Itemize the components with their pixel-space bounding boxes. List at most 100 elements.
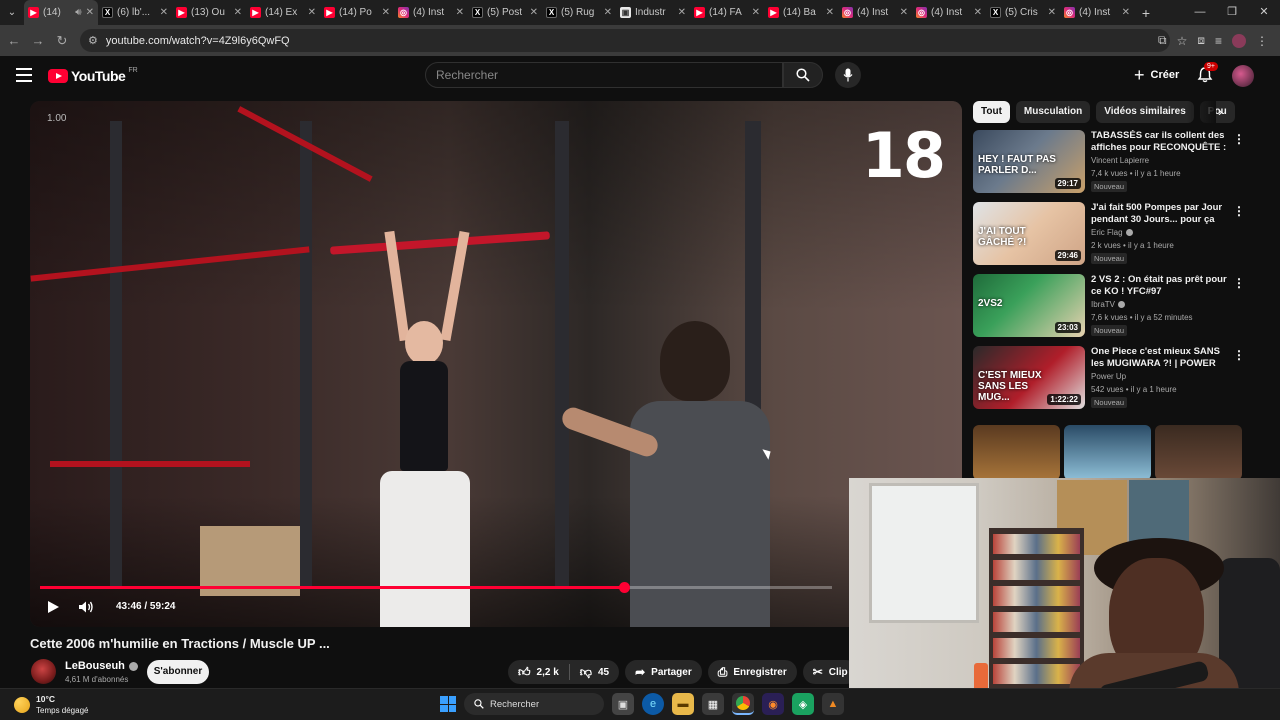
save-button[interactable]: ⎙ Enregistrer	[707, 660, 797, 684]
video-title[interactable]: TABASSÉS car ils collent des affiches po…	[1091, 130, 1229, 154]
store-icon[interactable]: ▦	[702, 693, 724, 715]
browser-tab[interactable]: ◎ (4) Inst ✕	[912, 0, 986, 25]
tab-close-icon[interactable]: ✕	[678, 7, 686, 18]
edge-browser-icon[interactable]: e	[642, 693, 664, 715]
filter-chip[interactable]: Vidéos similaires	[1096, 101, 1194, 123]
maximize-icon[interactable]: ❐	[1216, 0, 1248, 25]
video-player[interactable]: 1.00 18 43:46 / 59:24	[30, 101, 962, 627]
create-button[interactable]: + Créer	[1124, 62, 1189, 88]
forward-arrow-icon[interactable]: →	[26, 33, 50, 48]
close-window-icon[interactable]: ✕	[1248, 0, 1280, 25]
browser-menu-icon[interactable]: ⋮	[1256, 34, 1268, 48]
more-options-icon[interactable]: ⋮	[1233, 204, 1245, 218]
tab-close-icon[interactable]: ✕	[86, 7, 94, 18]
chips-next-arrow-icon[interactable]: ›	[1218, 104, 1222, 119]
search-button[interactable]	[783, 62, 823, 88]
vlc-icon[interactable]: ▲	[822, 693, 844, 715]
more-options-icon[interactable]: ⋮	[1233, 348, 1245, 362]
account-avatar[interactable]	[1232, 65, 1254, 87]
recommended-video[interactable]: 2VS2 23:03 2 VS 2 : On était pas prêt pour…	[973, 274, 1245, 340]
profile-avatar[interactable]	[1232, 33, 1246, 48]
browser-tab[interactable]: ◎ (4) Inst ✕	[1060, 0, 1134, 25]
video-thumbnail[interactable]: J'AI TOUT GÂCHÉ ?! 29:46	[973, 202, 1085, 265]
video-thumbnail[interactable]: C'EST MIEUX SANS LES MUG... 1:22:22	[973, 346, 1085, 409]
tab-close-icon[interactable]: ✕	[530, 7, 538, 18]
volume-icon[interactable]	[78, 600, 94, 614]
tab-close-icon[interactable]: ✕	[752, 7, 760, 18]
voice-search-button[interactable]	[835, 62, 861, 88]
game-app-icon[interactable]: ◈	[792, 693, 814, 715]
firefox-icon[interactable]: ◉	[762, 693, 784, 715]
tab-close-icon[interactable]: ✕	[826, 7, 834, 18]
browser-tab[interactable]: X (5) Post ✕	[468, 0, 542, 25]
back-arrow-icon[interactable]: ←	[2, 33, 26, 48]
recommended-video[interactable]: C'EST MIEUX SANS LES MUG... 1:22:22 One Pi…	[973, 346, 1245, 412]
channel-avatar[interactable]	[31, 659, 56, 684]
tab-close-icon[interactable]: ✕	[900, 7, 908, 18]
channel-name-link[interactable]: IbraTV	[1091, 300, 1126, 309]
video-thumbnail[interactable]: 2VS2 23:03	[973, 274, 1085, 337]
browser-tab[interactable]: ◎ (4) Inst ✕	[394, 0, 468, 25]
tab-audio-icon[interactable]: 🔊︎	[75, 7, 81, 18]
browser-tab[interactable]: X (6) lb'... ✕	[98, 0, 172, 25]
browser-tab[interactable]: X (5) Cris ✕	[986, 0, 1060, 25]
browser-tab[interactable]: ▶ (14) Ba ✕	[764, 0, 838, 25]
browser-tab[interactable]: ▶ (14) Po ✕	[320, 0, 394, 25]
browser-tab[interactable]: ▶ (14) 🔊︎ ✕	[24, 0, 98, 25]
minimize-icon[interactable]: —	[1184, 0, 1216, 25]
filter-chip[interactable]: Musculation	[1015, 101, 1091, 123]
short-thumbnail[interactable]	[1064, 425, 1151, 480]
more-options-icon[interactable]: ⋮	[1233, 276, 1245, 290]
video-title[interactable]: One Piece c'est mieux SANS les MUGIWARA …	[1091, 346, 1229, 370]
progress-bar[interactable]	[40, 582, 832, 593]
url-field[interactable]: ⚙ youtube.com/watch?v=4Z9l6y6QwFQ	[80, 29, 1170, 52]
chrome-browser-icon[interactable]	[732, 693, 754, 715]
recommended-video[interactable]: HEY ! FAUT PAS PARLER D... 29:17 TABASSÉS …	[973, 130, 1245, 196]
channel-name-link[interactable]: Eric Flag	[1091, 228, 1133, 237]
taskbar-search[interactable]: Rechercher	[464, 693, 604, 715]
site-info-icon[interactable]: ⚙	[88, 34, 98, 47]
install-app-icon[interactable]: ⧉	[1158, 33, 1167, 48]
channel-name-link[interactable]: Vincent Lapierre	[1091, 156, 1149, 165]
reload-icon[interactable]: ↻	[50, 33, 74, 49]
browser-tab[interactable]: ◎ (4) Inst ✕	[838, 0, 912, 25]
weather-widget[interactable]: 10°C Temps dégagé	[14, 694, 88, 716]
tab-close-icon[interactable]: ✕	[1122, 7, 1130, 18]
browser-tab[interactable]: ▶ (14) Ex ✕	[246, 0, 320, 25]
channel-name-link[interactable]: Power Up	[1091, 372, 1126, 381]
tab-close-icon[interactable]: ✕	[308, 7, 316, 18]
more-options-icon[interactable]: ⋮	[1233, 132, 1245, 146]
tab-close-icon[interactable]: ✕	[456, 7, 464, 18]
browser-tab[interactable]: ▶ (14) FA ✕	[690, 0, 764, 25]
channel-name-link[interactable]: LeBouseuh	[65, 660, 138, 672]
bookmark-star-icon[interactable]: ☆	[1177, 34, 1188, 48]
new-tab-button[interactable]: +	[1134, 5, 1158, 21]
tab-close-icon[interactable]: ✕	[160, 7, 168, 18]
browser-tab[interactable]: ▣ Industr ✕	[616, 0, 690, 25]
search-input[interactable]: Rechercher	[425, 62, 783, 88]
windows-start-icon[interactable]	[440, 696, 456, 712]
tab-close-icon[interactable]: ✕	[234, 7, 242, 18]
menu-hamburger-icon[interactable]	[16, 68, 32, 82]
short-thumbnail[interactable]	[973, 425, 1060, 480]
browser-tab[interactable]: ▶ (13) Ou ✕	[172, 0, 246, 25]
video-title[interactable]: J'ai fait 500 Pompes par Jour pendant 30…	[1091, 202, 1229, 226]
video-title[interactable]: 2 VS 2 : On était pas prêt pour ce KO ! …	[1091, 274, 1229, 298]
play-icon[interactable]	[46, 600, 60, 614]
recommended-video[interactable]: J'AI TOUT GÂCHÉ ?! 29:46 J'ai fait 500 Pom…	[973, 202, 1245, 268]
youtube-logo[interactable]: YouTube FR	[48, 67, 138, 84]
progress-scrubber-handle[interactable]	[618, 582, 630, 593]
subscribe-button[interactable]: S'abonner	[147, 660, 209, 684]
video-thumbnail[interactable]: HEY ! FAUT PAS PARLER D... 29:17	[973, 130, 1085, 193]
browser-tab[interactable]: X (5) Rug ✕	[542, 0, 616, 25]
media-control-icon[interactable]: ≡	[1215, 34, 1222, 48]
file-explorer-icon[interactable]: ▬	[672, 693, 694, 715]
short-thumbnail[interactable]	[1155, 425, 1242, 480]
share-button[interactable]: ➦ Partager	[625, 660, 702, 684]
tab-close-icon[interactable]: ✕	[1048, 7, 1056, 18]
tab-close-icon[interactable]: ✕	[974, 7, 982, 18]
tab-close-icon[interactable]: ✕	[382, 7, 390, 18]
dislike-button[interactable]: 👎︎ 45	[570, 660, 619, 684]
task-view-icon[interactable]: ▣	[612, 693, 634, 715]
like-button[interactable]: 👍︎ 2,2 k	[508, 660, 569, 684]
